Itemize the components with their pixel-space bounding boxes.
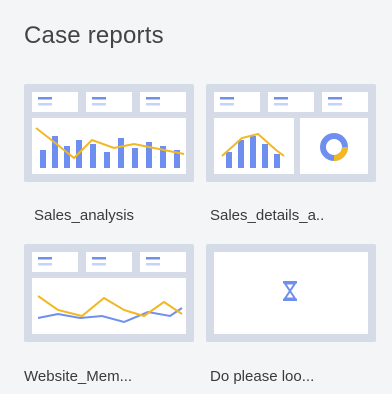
section-title: Case reports [24,22,164,49]
case-reports-panel: Case reports Sales_analysis Sales_detail… [0,0,392,394]
report-card-sales-details[interactable] [206,84,376,182]
report-card-sales-analysis[interactable] [24,84,194,182]
report-name[interactable]: Sales_analysis [34,207,134,224]
report-thumbnail [32,252,186,334]
report-card-do-please[interactable] [206,244,376,342]
report-thumbnail [214,92,368,174]
report-name[interactable]: Sales_details_a.. [210,207,324,224]
hourglass-icon [283,281,297,301]
report-name[interactable]: Do please loo... [210,368,314,385]
report-thumbnail [32,92,186,174]
report-name[interactable]: Website_Mem... [24,368,132,385]
report-card-website-members[interactable] [24,244,194,342]
